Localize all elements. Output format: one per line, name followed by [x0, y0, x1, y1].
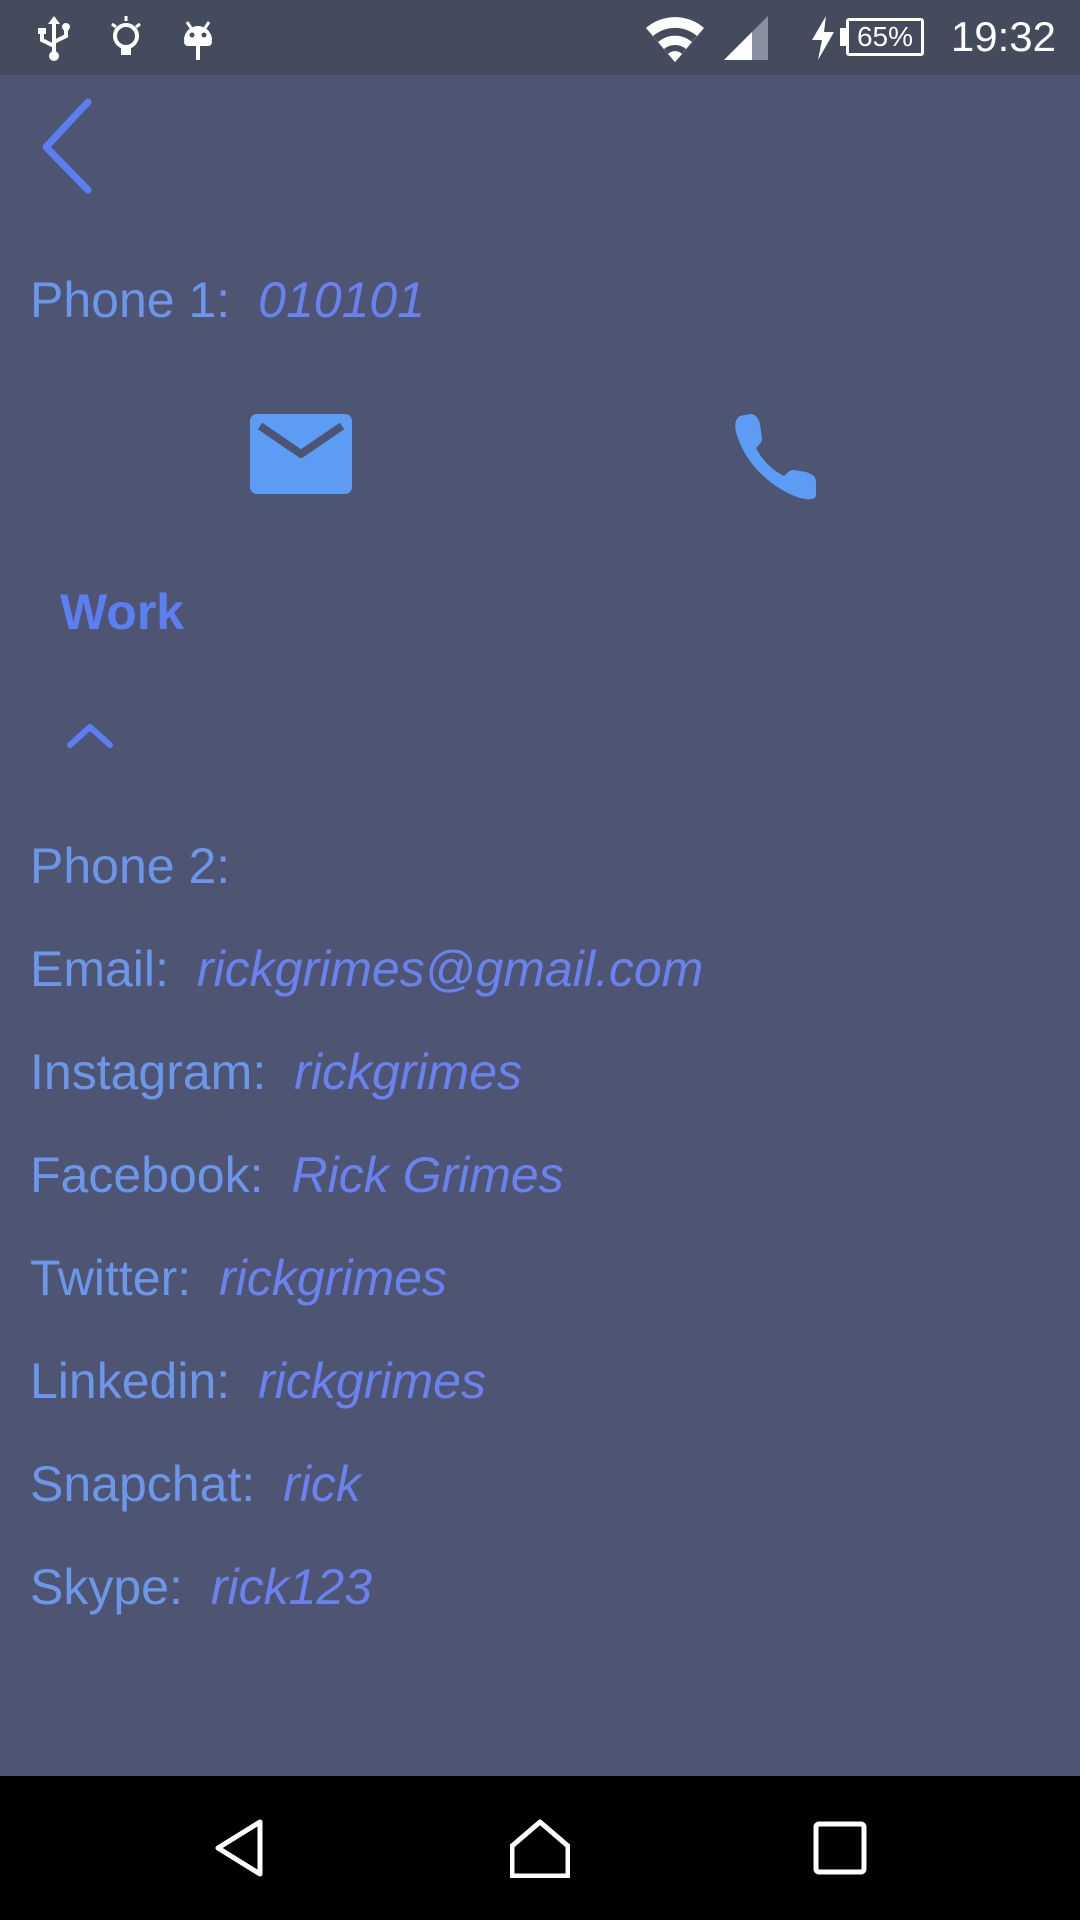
cell-signal-icon — [724, 16, 768, 60]
home-icon — [510, 1819, 570, 1878]
charging-icon — [812, 16, 834, 60]
nav-back-button[interactable] — [180, 1776, 300, 1920]
chevron-left-icon — [42, 98, 92, 194]
field-skype: Skype: rick123 — [30, 1557, 372, 1617]
collapse-toggle[interactable] — [60, 705, 120, 765]
field-value[interactable]: rickgrimes — [258, 1353, 486, 1409]
field-label: Linkedin: — [30, 1353, 231, 1409]
field-phone2: Phone 2: — [30, 836, 258, 896]
wifi-icon — [646, 17, 704, 62]
field-value[interactable]: rickgrimes — [294, 1044, 522, 1100]
status-time: 19:32 — [950, 13, 1056, 60]
chevron-up-icon — [67, 724, 113, 748]
battery-level: 65% — [856, 21, 914, 52]
field-label: Skype: — [30, 1559, 183, 1615]
field-value[interactable]: rickgrimes — [219, 1250, 447, 1306]
section-title-work: Work — [60, 584, 185, 640]
status-bar: 65% 19:32 — [0, 0, 1080, 75]
field-label: Snapchat: — [30, 1456, 256, 1512]
recents-square-icon — [813, 1821, 867, 1875]
lightbulb-icon — [111, 16, 141, 55]
field-label: Phone 2: — [30, 838, 231, 894]
field-email: Email: rickgrimes@gmail.com — [30, 939, 703, 999]
field-value[interactable]: rick — [283, 1456, 361, 1512]
android-debug-icon — [184, 21, 212, 60]
phone1-label: Phone 1: — [30, 272, 231, 328]
field-label: Instagram: — [30, 1044, 267, 1100]
call-button[interactable] — [730, 402, 826, 502]
phone1-row: Phone 1: 010101 — [30, 270, 425, 330]
field-label: Facebook: — [30, 1147, 264, 1203]
usb-icon — [38, 16, 70, 61]
field-value[interactable]: rickgrimes@gmail.com — [197, 941, 703, 997]
nav-recents-button[interactable] — [780, 1776, 900, 1920]
field-value[interactable]: rick123 — [211, 1559, 372, 1615]
field-label: Email: — [30, 941, 169, 997]
field-linkedin: Linkedin: rickgrimes — [30, 1351, 486, 1411]
field-instagram: Instagram: rickgrimes — [30, 1042, 522, 1102]
field-facebook: Facebook: Rick Grimes — [30, 1145, 564, 1205]
nav-home-button[interactable] — [480, 1776, 600, 1920]
back-button[interactable] — [30, 92, 110, 202]
navigation-bar — [0, 1776, 1080, 1920]
phone-icon — [735, 414, 816, 500]
field-label: Twitter: — [30, 1250, 192, 1306]
phone1-value[interactable]: 010101 — [258, 272, 425, 328]
field-snapchat: Snapchat: rick — [30, 1454, 361, 1514]
email-button[interactable] — [248, 412, 354, 496]
field-value[interactable]: Rick Grimes — [291, 1147, 563, 1203]
field-twitter: Twitter: rickgrimes — [30, 1248, 447, 1308]
back-triangle-icon — [215, 1819, 263, 1877]
email-icon — [250, 414, 352, 494]
